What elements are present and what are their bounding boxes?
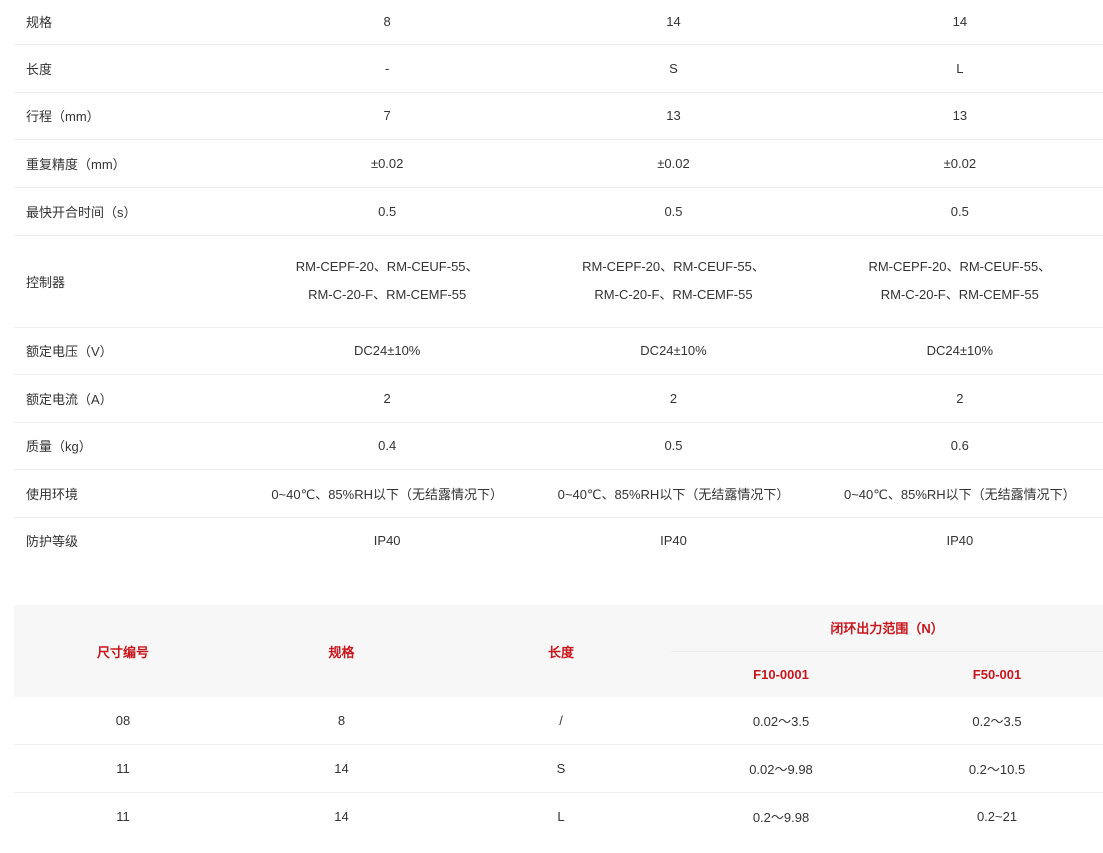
spec-row: 行程（mm） 7 13 13	[14, 92, 1103, 140]
spec-row: 长度 - S L	[14, 44, 1103, 93]
size-code-cell: 08	[14, 697, 232, 745]
spec-row: 最快开合时间（s） 0.5 0.5 0.5	[14, 187, 1103, 236]
size-table-head: 尺寸编号 规格 长度 闭环出力范围（N） F10-0001 F50-001	[14, 605, 1103, 697]
spec-value-line: RM-CEPF-20、RM-CEUF-55、	[582, 259, 765, 274]
spec-value: DC24±10%	[244, 327, 531, 375]
spec-row: 规格 8 14 14	[14, 0, 1103, 45]
size-table: 尺寸编号 规格 长度 闭环出力范围（N） F10-0001 F50-001 08…	[14, 605, 1103, 840]
spec-value: ±0.02	[530, 139, 817, 188]
spec-table-body: 规格 8 14 14 长度 - S L 行程（mm） 7 13 13 重复精度（mm） ±0.02 ±0.0…	[14, 0, 1103, 564]
size-code-cell: 11	[116, 809, 130, 824]
force-f10-cell: 0.02～9.98	[671, 744, 891, 793]
spec-value: RM-CEPF-20、RM-CEUF-55、 RM-C-20-F、RM-CEMF-…	[816, 235, 1103, 328]
spec-label: 额定电流（A）	[14, 374, 244, 423]
spec-row: 质量（kg） 0.4 0.5 0.6	[14, 422, 1103, 470]
spec-table: 规格 8 14 14 长度 - S L 行程（mm） 7 13 13 重复精度（mm） ±0.02 ±0.0…	[14, 0, 1103, 564]
force-f50-cell: 0.2~21	[976, 809, 1018, 824]
spec-value: DC24±10%	[530, 327, 817, 375]
spec-value: ±0.02	[244, 139, 531, 188]
spec-value: IP40	[660, 533, 687, 549]
size-table-body: 08 8/0.02～3.5 0.2～3.5 11 14 S 0.02～9.98 0.2～10.…	[14, 697, 1103, 840]
header-length: 长度	[451, 605, 671, 697]
force-f10-cell: 0.2～9.98	[752, 810, 810, 825]
force-f10-cell: 0.02～3.5	[671, 697, 891, 745]
spec-value: 8	[244, 0, 531, 45]
spec-value: 2	[816, 374, 1103, 423]
spec-row: 额定电流（A） 2 2 2	[14, 374, 1103, 423]
spec-row: 额定电压（V） DC24±10% DC24±10% DC24±10%	[14, 327, 1103, 375]
spec-cell: 8	[232, 697, 451, 745]
spec-value: 0.6	[816, 422, 1103, 470]
spec-value: 0~40℃、85%RH以下（无结露情况下）	[244, 469, 531, 518]
spec-value-line: RM-C-20-F、RM-CEMF-55	[308, 287, 467, 302]
size-code-cell: 11	[14, 744, 232, 793]
spec-row: 使用环境 0~40℃、85%RH以下（无结露情况下） 0~40℃、85%RH以下（无…	[14, 469, 1103, 518]
spec-value: S	[530, 44, 817, 93]
spec-value: 7	[244, 92, 531, 140]
spec-value: 14	[816, 0, 1103, 45]
spec-label: 最快开合时间（s）	[14, 187, 244, 236]
header-size-code: 尺寸编号	[14, 605, 232, 697]
spec-label: 控制器	[14, 235, 244, 328]
size-row: 11 14 S 0.02～9.98 0.2～10.5	[14, 744, 1103, 793]
spec-label: 长度	[14, 44, 244, 93]
spec-value: 14	[530, 0, 817, 45]
spec-value: RM-CEPF-20、RM-CEUF-55、 RM-C-20-F、RM-CEMF-…	[244, 235, 531, 328]
header-spec: 规格	[232, 605, 451, 697]
spec-value: 13	[530, 92, 817, 140]
header-f50-001: F50-001	[891, 651, 1103, 697]
spec-value: 0~40℃、85%RH以下（无结露情况下）	[530, 469, 817, 518]
spec-label: 质量（kg）	[14, 422, 244, 470]
spec-label: 额定电压（V）	[14, 327, 244, 375]
spec-value: 0.4	[244, 422, 531, 470]
length-cell: /	[451, 697, 671, 745]
spec-value: 2	[244, 374, 531, 423]
spec-value: ±0.02	[816, 139, 1103, 188]
spec-label: 规格	[14, 0, 244, 45]
spec-value: 0.5	[530, 422, 817, 470]
length-cell: S	[451, 744, 671, 793]
spec-value: 0~40℃、85%RH以下（无结露情况下）	[816, 469, 1103, 518]
spec-value: IP40	[946, 533, 974, 549]
spec-value: L	[816, 44, 1103, 93]
spec-value: IP40	[373, 533, 401, 549]
spec-value: DC24±10%	[816, 327, 1103, 375]
spec-value: RM-CEPF-20、RM-CEUF-55、 RM-C-20-F、RM-CEMF-…	[530, 235, 817, 328]
spec-label: 重复精度（mm）	[14, 139, 244, 188]
spec-value: -	[244, 44, 531, 93]
spec-cell: 14	[232, 744, 451, 793]
force-f50-cell: 0.2～10.5	[891, 744, 1103, 793]
spec-value: 0.5	[244, 187, 531, 236]
size-row: 08 8/0.02～3.5 0.2～3.5	[14, 697, 1103, 745]
spec-label: 使用环境	[14, 469, 244, 518]
size-row: 11 14 L 0.2～9.98 0.2~21	[14, 793, 1103, 841]
spec-value: 2	[530, 374, 817, 423]
spec-label: 防护等级	[26, 534, 79, 550]
spec-value: 13	[816, 92, 1103, 140]
spec-row: 控制器 RM-CEPF-20、RM-CEUF-55、 RM-C-20-F、RM-CE…	[14, 235, 1103, 328]
spec-value-line: RM-CEPF-20、RM-CEUF-55、	[295, 259, 479, 274]
spec-value-line: RM-C-20-F、RM-CEMF-55	[880, 287, 1039, 302]
header-force-range: 闭环出力范围（N）	[671, 605, 1103, 652]
spec-row: 重复精度（mm） ±0.02 ±0.02 ±0.02	[14, 139, 1103, 188]
spec-cell: 14	[334, 809, 349, 824]
length-cell: L	[557, 809, 565, 824]
spec-value-line: RM-C-20-F、RM-CEMF-55	[594, 287, 753, 302]
force-f50-cell: 0.2～3.5	[891, 697, 1103, 745]
spec-row: 防护等级 IP40 IP40 IP40	[14, 517, 1103, 564]
spec-label: 行程（mm）	[14, 92, 244, 140]
header-f10-0001: F10-0001	[671, 651, 891, 697]
spec-value: 0.5	[530, 187, 817, 236]
spec-value-line: RM-CEPF-20、RM-CEUF-55、	[868, 259, 1052, 274]
spec-value: 0.5	[816, 187, 1103, 236]
